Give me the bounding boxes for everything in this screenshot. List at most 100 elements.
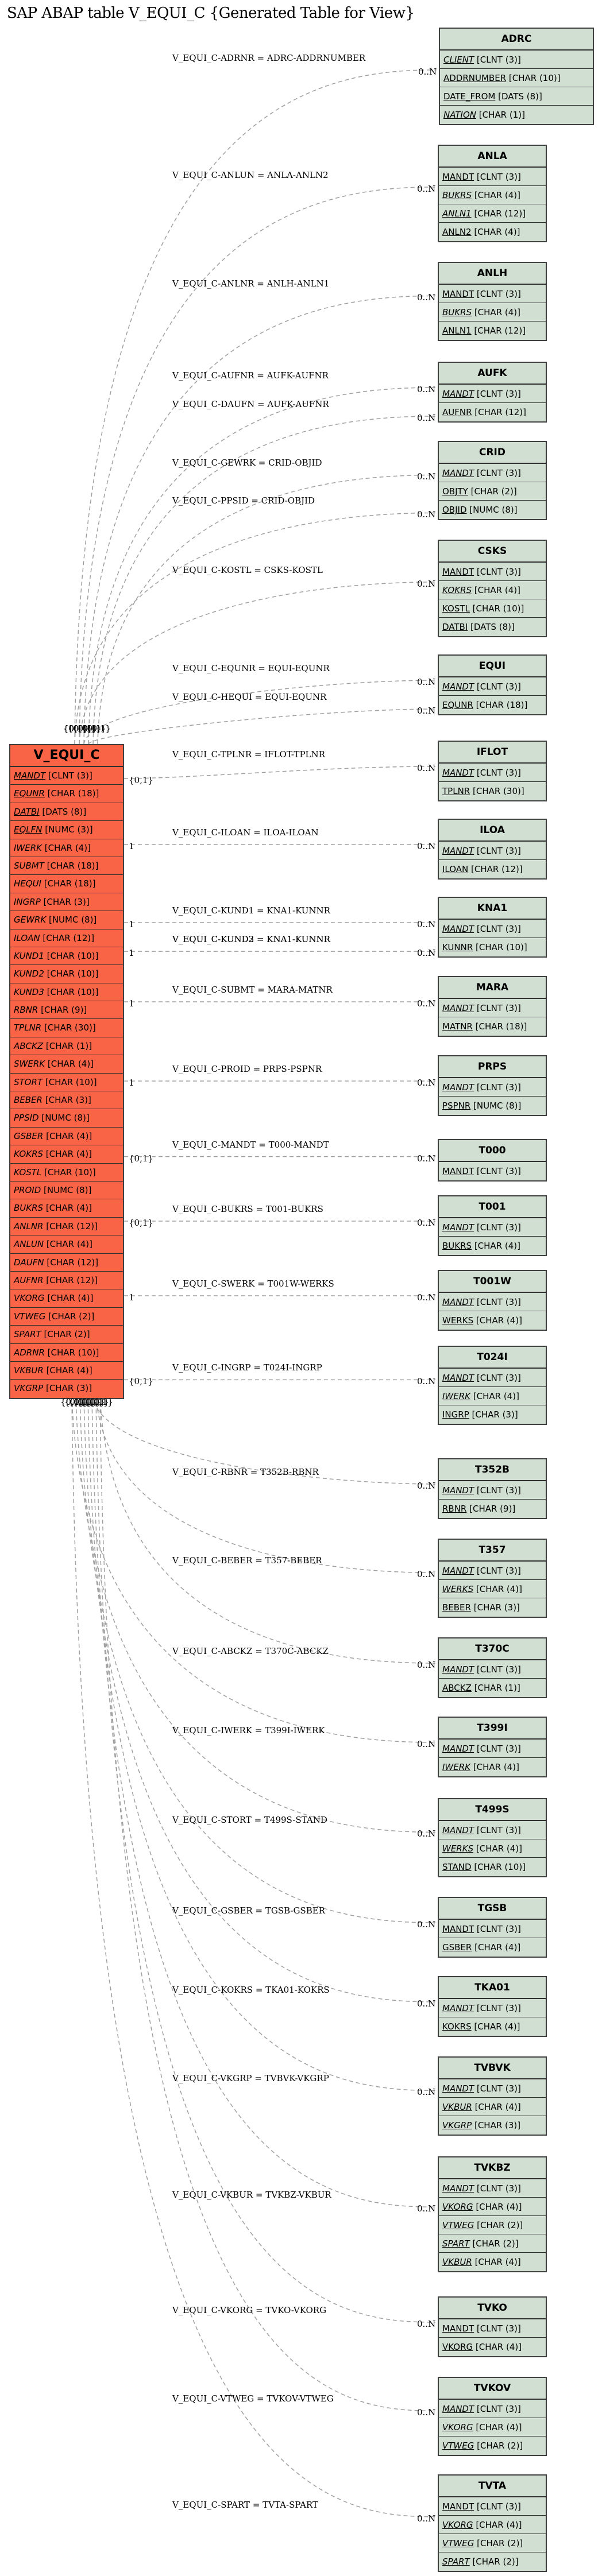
relation-label: V_EQUI_C-VTWEG = TVKOV-VTWEG [172, 2393, 334, 2404]
field-name: VKGRP [442, 2120, 472, 2130]
field-row: MANDT [CLNT (3)] [439, 285, 546, 303]
field-row: RBNR [CHAR (9)] [10, 1001, 123, 1020]
field-row: MANDT [CLNT (3)] [439, 1740, 546, 1758]
target-cardinality: 0..N [417, 578, 436, 589]
entity-iloa[interactable]: ILOA MANDT [CLNT (3)] ILOAN [CHAR (12)] [438, 819, 547, 880]
field-type: [CHAR (4)] [473, 2520, 522, 2530]
relation-label: V_EQUI_C-ANLUN = ANLA-ANLN2 [172, 169, 329, 180]
field-type: [CHAR (4)] [43, 1130, 92, 1141]
field-type: [CHAR (12)] [471, 208, 526, 219]
field-type: [CLNT (3)] [474, 1297, 521, 1307]
entity-tvta[interactable]: TVTA MANDT [CLNT (3)] VKORG [CHAR (4)] VTWE… [438, 2474, 547, 2572]
entity-tgsb[interactable]: TGSB MANDT [CLNT (3)] GSBER [CHAR (4)] [438, 1897, 547, 1958]
field-row: VKBUR [CHAR (4)] [10, 1362, 123, 1380]
field-row: AUFNR [CHAR (12)] [10, 1272, 123, 1290]
relation-label: V_EQUI_C-HEQUI = EQUI-EQUNR [172, 692, 327, 702]
entity-prps[interactable]: PRPS MANDT [CLNT (3)] PSPNR [NUMC (8)] [438, 1055, 547, 1116]
field-type: [CHAR (4)] [472, 2257, 521, 2267]
entity-t000[interactable]: T000 MANDT [CLNT (3)] [438, 1139, 547, 1182]
field-row: MANDT [CLNT (3)] [439, 1293, 546, 1311]
main-entity-v-equi-c[interactable]: V_EQUI_C MANDT [CLNT (3)] EQUNR [CHAR (18)… [9, 744, 124, 1399]
field-row: KOKRS [CHAR (4)] [439, 581, 546, 599]
field-name: MANDT [442, 2083, 474, 2094]
entity-tvbvk[interactable]: TVBVK MANDT [CLNT (3)] VKBUR [CHAR (4)] VKG… [438, 2056, 547, 2136]
entity-iflot[interactable]: IFLOT MANDT [CLNT (3)] TPLNR [CHAR (30)] [438, 741, 547, 801]
field-type: [CHAR (30)] [41, 1022, 96, 1033]
entity-t352b[interactable]: T352B MANDT [CLNT (3)] RBNR [CHAR (9)] [438, 1458, 547, 1519]
entity-t499s[interactable]: T499S MANDT [CLNT (3)] WERKS [CHAR (4)] STA… [438, 1798, 547, 1877]
entity-equi[interactable]: EQUI MANDT [CLNT (3)] EQUNR [CHAR (18)] [438, 654, 547, 715]
entity-name: ILOA [439, 820, 546, 842]
field-name: TPLNR [442, 786, 470, 796]
relation-label: V_EQUI_C-SWERK = T001W-WERKS [172, 1279, 334, 1289]
field-name: NATION [443, 110, 477, 120]
entity-name: T357 [439, 1540, 546, 1562]
field-name: VKORG [442, 2342, 473, 2352]
entity-anlh[interactable]: ANLH MANDT [CLNT (3)] BUKRS [CHAR (4)] ANLN… [438, 262, 547, 341]
field-name: RBNR [442, 1504, 467, 1514]
field-name: INGRP [14, 896, 41, 907]
source-cardinality: {0,1} [60, 1397, 85, 1407]
relation-label: V_EQUI_C-ILOAN = ILOA-ILOAN [172, 827, 319, 838]
entity-t024i[interactable]: T024I MANDT [CLNT (3)] IWERK [CHAR (4)] ING… [438, 1346, 547, 1425]
field-row: BUKRS [CHAR (4)] [439, 1237, 546, 1255]
field-row: BUKRS [CHAR (4)] [439, 186, 546, 204]
field-name: KOKRS [442, 2021, 472, 2032]
field-type: [CLNT (3)] [474, 1003, 521, 1013]
field-type: [DATS (8)] [495, 91, 542, 102]
entity-t001[interactable]: T001 MANDT [CLNT (3)] BUKRS [CHAR (4)] [438, 1195, 547, 1256]
field-type: [CHAR (10)] [43, 1076, 97, 1087]
field-row: MANDT [CLNT (3)] [439, 1218, 546, 1237]
field-name: WERKS [442, 1843, 474, 1854]
entity-mara[interactable]: MARA MANDT [CLNT (3)] MATNR [CHAR (18)] [438, 976, 547, 1037]
entity-csks[interactable]: CSKS MANDT [CLNT (3)] KOKRS [CHAR (4)] KOST… [438, 540, 547, 637]
entity-tvkbz[interactable]: TVKBZ MANDT [CLNT (3)] VKORG [CHAR (4)] VTW… [438, 2156, 547, 2272]
field-type: [CHAR (9)] [466, 1504, 516, 1514]
relation-label: V_EQUI_C-TPLNR = IFLOT-TPLNR [172, 749, 325, 760]
field-name: BUKRS [442, 190, 472, 200]
source-cardinality: {0,1} [129, 1218, 153, 1228]
field-type: [CLNT (3)] [474, 1744, 521, 1754]
entity-kna1[interactable]: KNA1 MANDT [CLNT (3)] KUNNR [CHAR (10)] [438, 897, 547, 958]
field-type: [CHAR (10)] [44, 969, 99, 979]
entity-t399i[interactable]: T399I MANDT [CLNT (3)] IWERK [CHAR (4)] [438, 1717, 547, 1777]
entity-tvko[interactable]: TVKO MANDT [CLNT (3)] VKORG [CHAR (4)] [438, 2296, 547, 2357]
field-name: VKBUR [442, 2102, 472, 2112]
entity-crid[interactable]: CRID MANDT [CLNT (3)] OBJTY [CHAR (2)] OBJI… [438, 441, 547, 520]
field-name: MANDT [442, 1222, 474, 1233]
field-name: EQUNR [14, 788, 45, 799]
field-name: EQUNR [442, 700, 473, 710]
target-cardinality: 0..N [417, 763, 436, 773]
field-row: MANDT [CLNT (3)] [439, 385, 546, 403]
field-type: [CLNT (3)] [474, 1373, 521, 1383]
field-row: WERKS [CHAR (4)] [439, 1311, 546, 1330]
entity-t001w[interactable]: T001W MANDT [CLNT (3)] WERKS [CHAR (4)] [438, 1270, 547, 1331]
field-type: [CLNT (3)] [474, 2501, 521, 2512]
relation-label: V_EQUI_C-INGRP = T024I-INGRP [172, 1362, 322, 1373]
field-row: VKORG [CHAR (4)] [10, 1289, 123, 1308]
relation-label: V_EQUI_C-PPSID = CRID-OBJID [172, 495, 315, 506]
field-row: WERKS [CHAR (4)] [439, 1839, 546, 1858]
field-row: KUND3 [CHAR (10)] [10, 983, 123, 1002]
entity-aufk[interactable]: AUFK MANDT [CLNT (3)] AUFNR [CHAR (12)] [438, 362, 547, 423]
entity-t357[interactable]: T357 MANDT [CLNT (3)] WERKS [CHAR (4)] BEBE… [438, 1539, 547, 1618]
entity-tka01[interactable]: TKA01 MANDT [CLNT (3)] KOKRS [CHAR (4)] [438, 1976, 547, 2037]
source-cardinality: 1 [129, 948, 134, 958]
field-row: MANDT [CLNT (3)] [439, 677, 546, 696]
field-row: VTWEG [CHAR (2)] [439, 2436, 546, 2455]
relation-label: V_EQUI_C-GEWRK = CRID-OBJID [172, 458, 322, 468]
target-cardinality: 0..N [417, 1218, 436, 1228]
field-name: IWERK [442, 1762, 470, 1772]
field-type: [CLNT (3)] [474, 768, 521, 778]
entity-anla[interactable]: ANLA MANDT [CLNT (3)] BUKRS [CHAR (4)] ANLN… [438, 145, 547, 242]
field-type: [CHAR (4)] [43, 1149, 92, 1160]
field-row: VKGRP [CHAR (3)] [10, 1380, 123, 1397]
field-name: IWERK [14, 842, 42, 853]
field-row: EQUNR [CHAR (18)] [10, 785, 123, 803]
relation-label: V_EQUI_C-GSBER = TGSB-GSBER [172, 1905, 325, 1916]
field-row: SWERK [CHAR (4)] [10, 1055, 123, 1074]
entity-adrc[interactable]: ADRC CLIENT [CLNT (3)] ADDRNUMBER [CHAR (1… [439, 28, 594, 125]
relation-label: V_EQUI_C-SUBMT = MARA-MATNR [172, 985, 333, 995]
entity-t370c[interactable]: T370C MANDT [CLNT (3)] ABCKZ [CHAR (1)] [438, 1637, 547, 1698]
entity-tvkov[interactable]: TVKOV MANDT [CLNT (3)] VKORG [CHAR (4)] VTW… [438, 2377, 547, 2456]
